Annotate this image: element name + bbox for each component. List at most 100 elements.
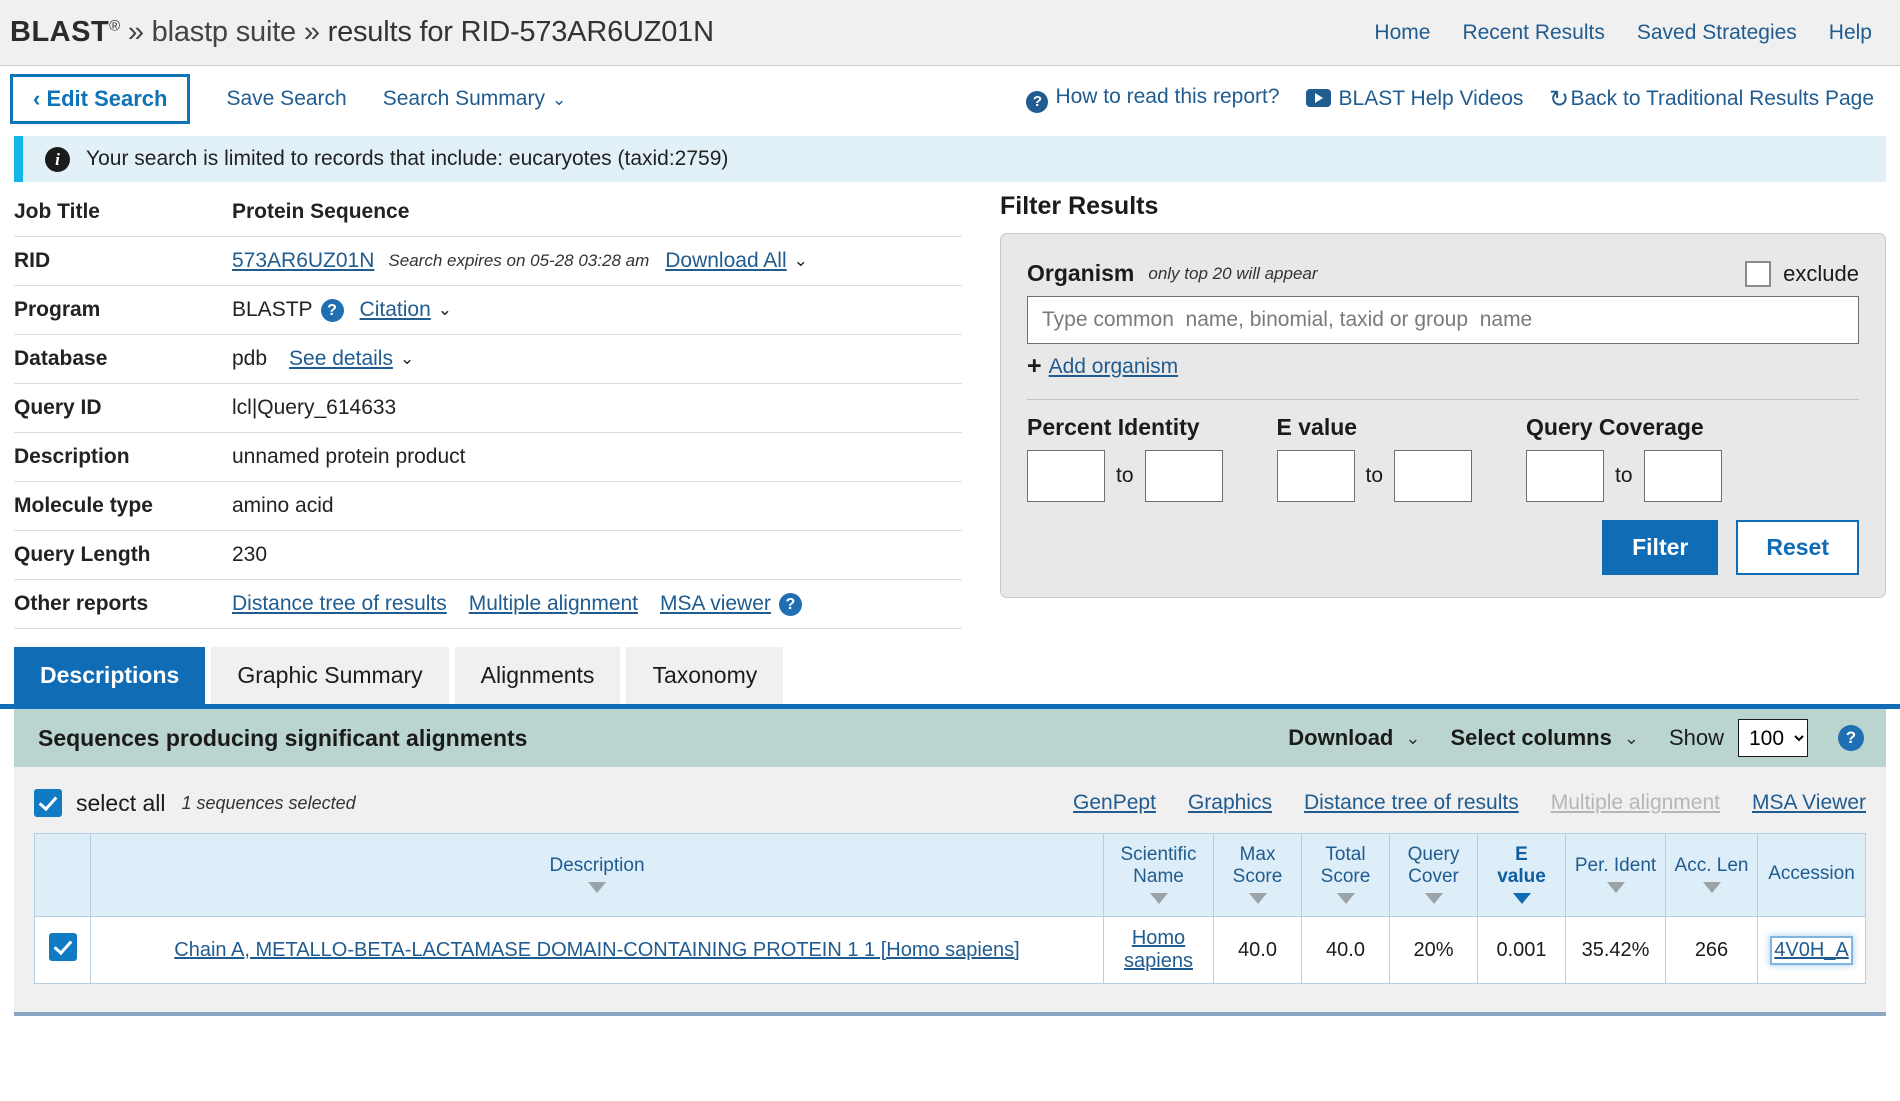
sort-arrow-icon[interactable] <box>1702 882 1721 894</box>
col-scientific-name[interactable]: Scientific Name <box>1103 832 1214 918</box>
sort-arrow-icon[interactable] <box>1149 893 1168 905</box>
percent-identity-from-input[interactable] <box>1027 450 1105 502</box>
row-accession-link[interactable]: 4V0H_A <box>1774 939 1849 961</box>
show-rows-control: Show 100 <box>1669 719 1808 757</box>
nav-recent-results[interactable]: Recent Results <box>1462 21 1604 45</box>
results-body: select all 1 sequences selected GenPept … <box>14 767 1886 1017</box>
search-summary-dropdown[interactable]: Search Summary ⌄ <box>383 87 566 111</box>
results-help-icon[interactable]: ? <box>1838 725 1864 751</box>
evalue-to-input[interactable] <box>1394 450 1473 502</box>
plus-icon: + <box>1027 352 1042 380</box>
other-reports-help-icon[interactable]: ? <box>778 592 802 616</box>
tab-descriptions[interactable]: Descriptions <box>14 647 206 704</box>
filter-results-panel: Filter Results Organism only top 20 will… <box>962 188 1886 629</box>
query-coverage-from-input[interactable] <box>1526 450 1605 502</box>
add-organism-row: + Add organism <box>1027 352 1859 381</box>
msa-viewer-link[interactable]: MSA Viewer <box>1752 791 1866 815</box>
back-to-traditional-results-link[interactable]: ↺Back to Traditional Results Page <box>1549 85 1874 114</box>
sort-arrow-icon[interactable] <box>1606 882 1625 894</box>
row-description-link[interactable]: Chain A, METALLO-BETA-LACTAMASE DOMAIN-C… <box>174 939 1019 961</box>
search-summary-label: Search Summary <box>382 87 545 110</box>
blast-results-page: BLAST® » blastp suite » results for RID-… <box>0 0 1900 1101</box>
registered-mark: ® <box>109 17 121 35</box>
query-coverage-to-input[interactable] <box>1643 450 1722 502</box>
site-header: BLAST® » blastp suite » results for RID-… <box>0 0 1900 66</box>
results-heading: Sequences producing significant alignmen… <box>38 724 528 751</box>
distance-tree-link[interactable]: Distance tree of results <box>232 592 447 616</box>
evalue-to-label: to <box>1365 464 1384 487</box>
undo-arrow-icon: ↺ <box>1549 85 1570 113</box>
col-description[interactable]: Description <box>90 832 1104 918</box>
show-rows-select[interactable]: 100 <box>1738 719 1808 757</box>
action-bar-left: ‹ Edit Search Save Search Search Summary… <box>10 74 566 124</box>
exclude-checkbox[interactable] <box>1745 260 1772 287</box>
graphics-link[interactable]: Graphics <box>1188 791 1272 815</box>
row-checkbox[interactable] <box>48 933 77 962</box>
job-label-molecule-type: Molecule type <box>14 494 153 517</box>
col-scientific-name-label: Scientific Name <box>1120 844 1197 888</box>
row-scientific-name-link[interactable]: Homo sapiens <box>1124 927 1193 972</box>
chevron-down-icon: ⌄ <box>399 349 415 368</box>
col-max-score[interactable]: Max Score <box>1213 832 1302 918</box>
how-to-read-label: How to read this report? <box>1055 85 1280 108</box>
col-per-ident[interactable]: Per. Ident <box>1565 832 1666 918</box>
job-row-query-length: Query Length 230 <box>14 531 962 580</box>
save-search-link[interactable]: Save Search <box>226 87 346 111</box>
table-header-row: Description Scientific Name Max Score To… <box>34 832 1866 918</box>
multiple-alignment-link[interactable]: Multiple alignment <box>469 592 638 616</box>
select-columns-dropdown[interactable]: Select columns ⌄ <box>1450 725 1638 751</box>
organism-input[interactable] <box>1027 296 1859 344</box>
tab-taxonomy[interactable]: Taxonomy <box>626 647 784 704</box>
reset-button[interactable]: Reset <box>1736 520 1859 575</box>
col-acc-len[interactable]: Acc. Len <box>1665 832 1758 918</box>
job-row-title: Job Title Protein Sequence <box>14 188 962 237</box>
download-all-dropdown[interactable]: Download All <box>665 249 786 273</box>
blast-help-videos-link[interactable]: BLAST Help Videos <box>1305 87 1523 111</box>
tab-alignments[interactable]: Alignments <box>454 647 621 704</box>
filter-results-title: Filter Results <box>1000 192 1159 220</box>
program-help-icon[interactable]: ? <box>320 298 344 322</box>
exclude-control: exclude <box>1745 260 1859 287</box>
percent-identity-label: Percent Identity <box>1027 414 1200 440</box>
genpept-link[interactable]: GenPept <box>1073 791 1156 815</box>
distance-tree-of-results-link[interactable]: Distance tree of results <box>1304 791 1519 815</box>
selection-action-links: GenPept Graphics Distance tree of result… <box>1073 791 1866 815</box>
row-accession-cell: 4V0H_A <box>1757 916 1866 985</box>
col-total-score[interactable]: Total Score <box>1301 832 1390 918</box>
table-row: Chain A, METALLO-BETA-LACTAMASE DOMAIN-C… <box>34 916 1866 985</box>
multiple-alignment-link-disabled: Multiple alignment <box>1550 791 1720 814</box>
citation-dropdown[interactable]: Citation <box>360 298 431 322</box>
job-row-description: Description unnamed protein product <box>14 433 962 482</box>
col-e-value[interactable]: E value <box>1477 832 1566 918</box>
edit-search-button[interactable]: ‹ Edit Search <box>10 74 191 124</box>
select-all-checkbox[interactable] <box>34 789 62 817</box>
sort-arrow-icon[interactable] <box>1336 893 1355 905</box>
col-query-cover[interactable]: Query Cover <box>1389 832 1478 918</box>
nav-help[interactable]: Help <box>1829 21 1872 45</box>
how-to-read-report-link[interactable]: ? How to read this report? <box>1026 85 1280 113</box>
sort-arrow-icon[interactable] <box>1424 893 1443 905</box>
tab-graphic-summary[interactable]: Graphic Summary <box>211 647 449 704</box>
banner-text: Your search is limited to records that i… <box>86 147 729 170</box>
download-dropdown[interactable]: Download ⌄ <box>1288 725 1420 751</box>
sort-arrow-icon[interactable] <box>588 882 606 894</box>
job-label-database: Database <box>14 347 108 370</box>
filter-button[interactable]: Filter <box>1602 520 1719 575</box>
chevron-down-icon: ⌄ <box>551 90 567 109</box>
add-organism-link[interactable]: Add organism <box>1049 355 1179 379</box>
msa-viewer-link[interactable]: MSA viewer <box>660 592 771 616</box>
citation-label: Citation <box>359 298 431 321</box>
job-label-query-length: Query Length <box>14 543 151 566</box>
results-tools: Download ⌄ Select columns ⌄ Show 100 ? <box>1288 719 1864 757</box>
see-details-dropdown[interactable]: See details <box>289 347 393 371</box>
row-description-cell: Chain A, METALLO-BETA-LACTAMASE DOMAIN-C… <box>90 916 1104 985</box>
sort-arrow-icon-active[interactable] <box>1512 893 1531 905</box>
query-coverage-to-label: to <box>1615 464 1633 487</box>
percent-identity-to-input[interactable] <box>1144 450 1223 502</box>
job-row-rid: RID 573AR6UZ01N Search expires on 05-28 … <box>14 237 962 286</box>
rid-link[interactable]: 573AR6UZ01N <box>232 249 374 273</box>
sort-arrow-icon[interactable] <box>1248 893 1267 905</box>
nav-home[interactable]: Home <box>1374 21 1430 45</box>
evalue-from-input[interactable] <box>1276 450 1355 502</box>
nav-saved-strategies[interactable]: Saved Strategies <box>1637 21 1797 45</box>
